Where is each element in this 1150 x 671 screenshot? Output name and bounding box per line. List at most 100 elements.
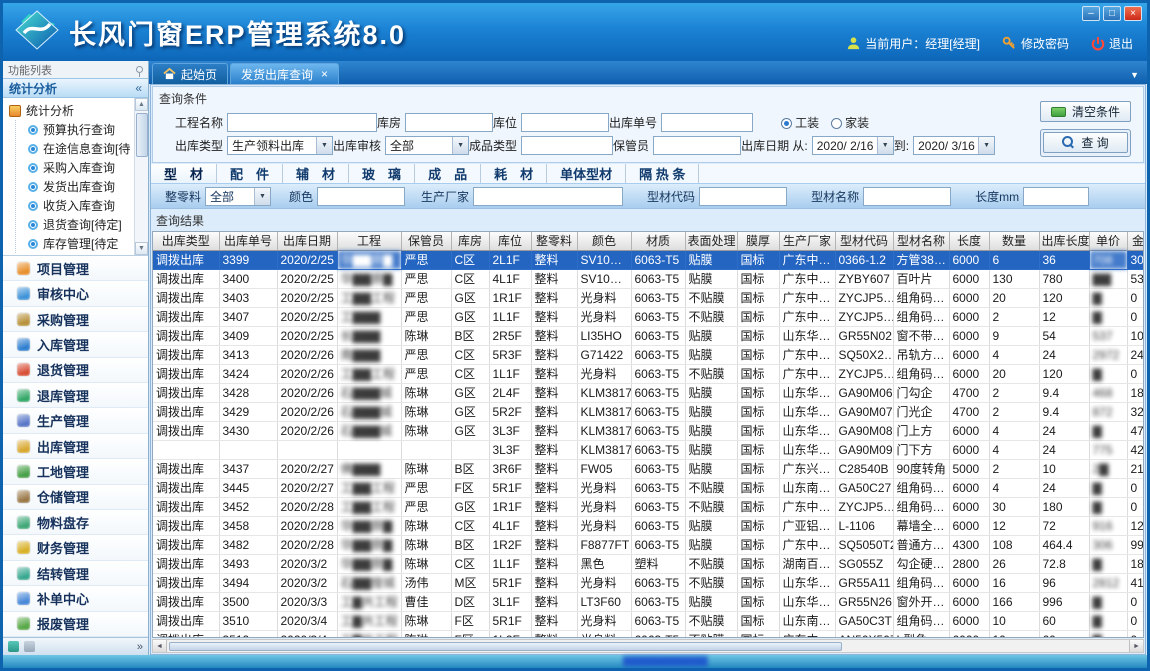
table-row[interactable]: 调拨出库34242020/2/26工▇▇工程严思C区1L1F整料光身料6063-… [153, 364, 1144, 383]
radio-gongzhuang[interactable]: 工装 [781, 114, 819, 131]
table-row[interactable]: 调拨出库34942020/3/2石▇▇煌城汤伟M区5R1F整料光身料6063-T… [153, 573, 1144, 592]
maximize-button[interactable]: □ [1103, 6, 1121, 21]
tree-scrollbar[interactable]: ▲ ▼ [134, 98, 148, 255]
column-header[interactable]: 出库类型 [153, 232, 219, 250]
tree-item-transit-info-query[interactable]: 在途信息查询[待 [16, 139, 132, 158]
column-header[interactable]: 出库单号 [219, 232, 277, 250]
tree-item-stock-query[interactable]: 库存管理[待定 [16, 234, 132, 253]
location-input[interactable] [521, 113, 609, 132]
sidebar-item-return-goods[interactable]: 退货管理 [3, 358, 148, 383]
keyboard-icon[interactable] [24, 641, 35, 652]
scroll-right-icon[interactable]: ► [1129, 640, 1143, 652]
column-header[interactable]: 型材代码 [835, 232, 893, 250]
column-header[interactable]: 单价 [1089, 232, 1127, 250]
material-tab-finished[interactable]: 成 品 [415, 164, 481, 183]
maker-input[interactable] [473, 187, 623, 206]
profile-code-input[interactable] [699, 187, 787, 206]
date-to-select[interactable]: 2020/ 3/16▼ [913, 136, 995, 155]
material-tab-insulation-strip[interactable]: 隔 热 条 [626, 164, 699, 183]
color-input[interactable] [317, 187, 405, 206]
table-row[interactable]: 调拨出库34292020/2/26石▇▇▇城陈琳G区5R2F整料KLM38176… [153, 402, 1144, 421]
product-type-input[interactable] [521, 136, 613, 155]
material-tab-consumable[interactable]: 耗 材 [481, 164, 547, 183]
column-header[interactable]: 库房 [451, 232, 489, 250]
close-icon[interactable]: × [321, 68, 328, 80]
table-row[interactable]: 调拨出库35002020/3/3工▇共工程曹佳D区3L1F整料LT3F60606… [153, 592, 1144, 611]
search-button[interactable]: 查 询 [1043, 132, 1128, 153]
table-row[interactable]: 调拨出库34072020/2/25工▇▇▇严思G区1L1F整料光身料6063-T… [153, 307, 1144, 326]
tree-item-receipt-inbound-query[interactable]: 收货入库查询 [16, 196, 132, 215]
profile-name-input[interactable] [863, 187, 951, 206]
table-row[interactable]: 调拨出库33992020/2/25华▇▇原▇严思C区2L1F整料SV10…606… [153, 250, 1144, 269]
column-header[interactable]: 型材名称 [893, 232, 949, 250]
sidebar-item-warehouse[interactable]: 仓储管理 [3, 485, 148, 510]
order-no-input[interactable] [661, 113, 753, 132]
leaf-icon[interactable] [8, 641, 19, 652]
table-row[interactable]: 调拨出库34372020/2/27佛▇▇▇陈琳B区3R6F整料FW056063-… [153, 459, 1144, 478]
column-header[interactable]: 数量 [989, 232, 1039, 250]
section-header-statistics[interactable]: 统计分析 « [3, 78, 148, 98]
tree-item-shipment-outbound-query[interactable]: 发货出库查询 [16, 177, 132, 196]
table-row[interactable]: 3L3F整料KLM38176063-T5贴膜国标山东华…GA90M09…门下方6… [153, 440, 1144, 459]
column-header[interactable]: 颜色 [577, 232, 631, 250]
sidebar-item-inbound[interactable]: 入库管理 [3, 332, 148, 357]
warehouse-input[interactable] [405, 113, 493, 132]
column-header[interactable]: 膜厚 [737, 232, 779, 250]
project-name-input[interactable] [227, 113, 377, 132]
column-header[interactable]: 出库日期 [277, 232, 337, 250]
date-from-select[interactable]: 2020/ 2/16▼ [812, 136, 894, 155]
sidebar-item-production[interactable]: 生产管理 [3, 408, 148, 433]
radio-jiazhuang[interactable]: 家装 [831, 114, 869, 131]
table-row[interactable]: 调拨出库34032020/2/25工▇▇工程严思G区1R1F整料光身料6063-… [153, 288, 1144, 307]
table-row[interactable]: 调拨出库34452020/2/27工▇▇工程严思F区5R1F整料光身料6063-… [153, 478, 1144, 497]
logout-button[interactable]: 退出 [1091, 35, 1133, 52]
tree-item-purchase-inbound-query[interactable]: 采购入库查询 [16, 158, 132, 177]
sidebar-item-scrap[interactable]: 报废管理 [3, 612, 148, 637]
column-header[interactable]: 表面处理 [685, 232, 737, 250]
material-tab-auxiliary[interactable]: 辅 材 [283, 164, 349, 183]
table-row[interactable]: 调拨出库34002020/2/25华▇▇原▇严思C区4L1F整料SV10…606… [153, 269, 1144, 288]
clear-conditions-button[interactable]: 清空条件 [1040, 101, 1131, 122]
material-tab-glass[interactable]: 玻 璃 [349, 164, 415, 183]
minimize-button[interactable]: – [1082, 6, 1100, 21]
whole-part-select[interactable]: 全部▼ [205, 187, 271, 206]
table-row[interactable]: 调拨出库34092020/2/25长▇▇▇陈琳B区2R5F整料LI35HO606… [153, 326, 1144, 345]
sidebar-item-supplement-center[interactable]: 补单中心 [3, 586, 148, 611]
sidebar-item-finance[interactable]: 财务管理 [3, 535, 148, 560]
column-header[interactable]: 出库长度 [1039, 232, 1089, 250]
radio-unchecked-icon[interactable] [831, 118, 842, 129]
outbound-audit-select[interactable]: 全部▼ [385, 136, 469, 155]
table-row[interactable]: 调拨出库34582020/2/28华▇▇原▇陈琳C区4L1F整料光身料6063-… [153, 516, 1144, 535]
pin-icon[interactable] [136, 66, 143, 73]
table-row[interactable]: 调拨出库35122020/3/4工▇共工程陈琳F区1L2F整料光身料6063-T… [153, 630, 1144, 638]
sidebar-item-carryover[interactable]: 结转管理 [3, 561, 148, 586]
table-row[interactable]: 调拨出库34132020/2/26南▇▇▇严思C区5R3F整料G71422606… [153, 345, 1144, 364]
table-row[interactable]: 调拨出库34302020/2/26石▇▇▇城陈琳G区3L3F整料KLM38176… [153, 421, 1144, 440]
scroll-left-icon[interactable]: ◄ [153, 640, 167, 652]
expand-icon[interactable]: » [137, 641, 143, 653]
sidebar-item-site[interactable]: 工地管理 [3, 459, 148, 484]
chevron-down-icon[interactable]: ▼ [1126, 70, 1143, 84]
tree-item-return-query[interactable]: 退货查询[待定] [16, 215, 132, 234]
tab-start-page[interactable]: 起始页 [152, 63, 228, 84]
outbound-type-select[interactable]: 生产领料出库▼ [227, 136, 333, 155]
table-row[interactable]: 调拨出库34932020/3/2华▇▇原▇陈琳C区1L1F整料黑色塑料不贴膜国标… [153, 554, 1144, 573]
sidebar-item-audit-center[interactable]: 审核中心 [3, 281, 148, 306]
material-tab-profile[interactable]: 型 材 [151, 164, 217, 183]
table-row[interactable]: 调拨出库34522020/2/28工▇▇工程严思G区1R1F整料光身料6063-… [153, 497, 1144, 516]
scroll-down-icon[interactable]: ▼ [135, 242, 148, 255]
column-header[interactable]: 整零料 [531, 232, 577, 250]
column-header[interactable]: 材质 [631, 232, 685, 250]
table-row[interactable]: 调拨出库34282020/2/26石▇▇▇城陈琳G区2L4F整料KLM38176… [153, 383, 1144, 402]
material-tab-single-profile[interactable]: 单体型材 [547, 164, 626, 183]
table-row[interactable]: 调拨出库35102020/3/4工▇共工程陈琳F区5R1F整料光身料6063-T… [153, 611, 1144, 630]
change-password-button[interactable]: 修改密码 [1002, 35, 1069, 52]
length-input[interactable] [1023, 187, 1089, 206]
column-header[interactable]: 保管员 [401, 232, 451, 250]
sidebar-item-return-warehouse[interactable]: 退库管理 [3, 383, 148, 408]
radio-checked-icon[interactable] [781, 118, 792, 129]
horizontal-scrollbar[interactable]: ◄ ► [152, 639, 1144, 653]
tree-root-statistics[interactable]: 统计分析 [9, 101, 132, 120]
column-header[interactable]: 工程 [337, 232, 401, 250]
column-header[interactable]: 长度 [949, 232, 989, 250]
